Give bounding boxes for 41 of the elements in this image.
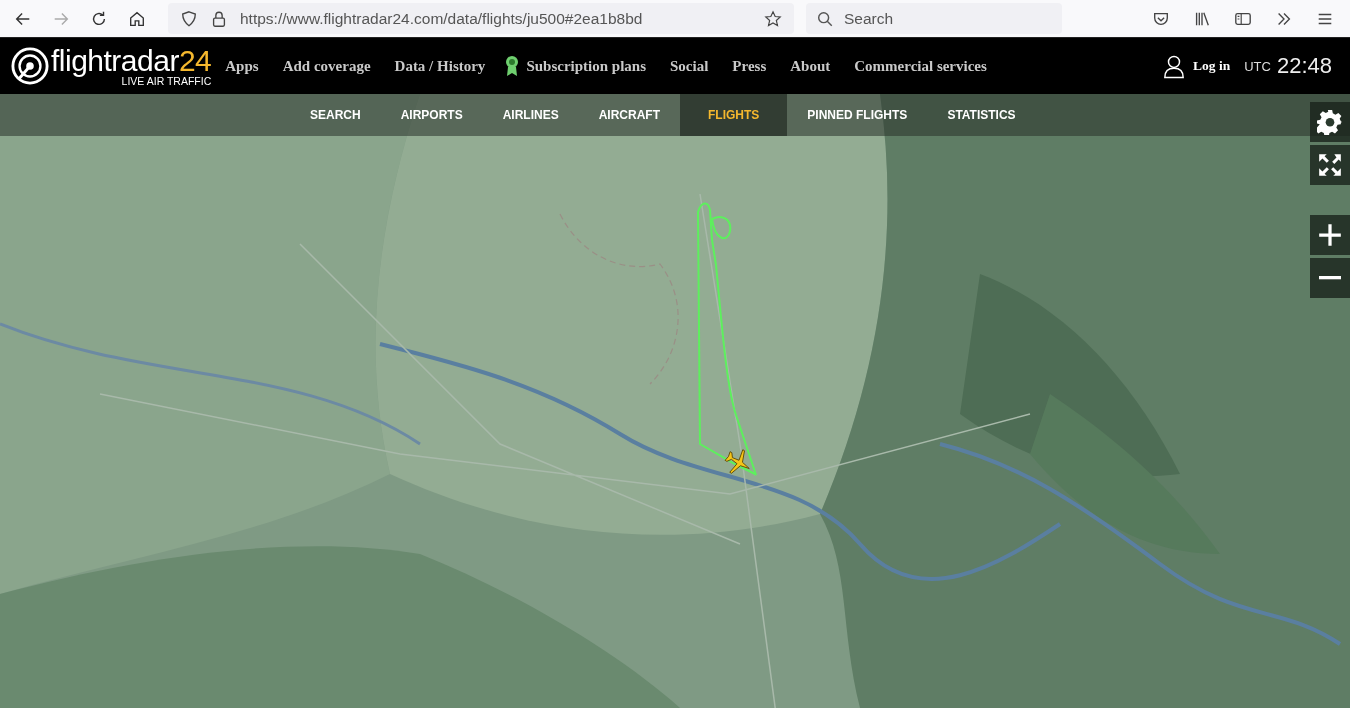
home-icon[interactable] <box>128 9 146 28</box>
gear-icon <box>1317 109 1343 135</box>
fullscreen-button[interactable] <box>1310 145 1350 185</box>
clock-time: 22:48 <box>1276 53 1332 79</box>
nav-link[interactable]: Apps <box>225 57 259 75</box>
nav-link[interactable]: Press <box>732 57 767 75</box>
star-icon[interactable] <box>764 9 782 28</box>
nav-link[interactable]: Commercial services <box>854 57 987 75</box>
logo-wordmark[interactable]: flightradar24 <box>51 45 212 76</box>
logo-tagline: LIVE AIR TRAFFIC <box>121 75 212 87</box>
nav-tab[interactable]: AIRLINES <box>482 94 579 136</box>
nav-tab[interactable]: FLIGHTS <box>680 94 788 136</box>
address-bar[interactable]: https://www.flightradar24.com/data/flights/ju500#2ea1b8bd <box>168 3 794 34</box>
user-icon[interactable] <box>1163 53 1186 79</box>
fullscreen-icon <box>1317 152 1343 178</box>
shield-icon[interactable] <box>180 9 198 28</box>
nav-link[interactable]: About <box>790 57 831 75</box>
search-bar[interactable]: Search <box>806 3 1062 34</box>
nav-link[interactable]: Data / History <box>394 57 486 75</box>
settings-button[interactable] <box>1310 102 1350 142</box>
reload-icon[interactable] <box>90 9 108 28</box>
zoom-in-button[interactable] <box>1310 215 1350 255</box>
nav-tab[interactable]: STATISTICS <box>927 94 1036 136</box>
nav-tab[interactable]: SEARCH <box>290 94 381 136</box>
award-ribbon-icon <box>504 55 521 77</box>
plus-icon <box>1317 222 1343 248</box>
login-link[interactable]: Log in <box>1193 58 1231 74</box>
nav-tab[interactable]: AIRPORTS <box>380 94 483 136</box>
nav-link[interactable]: Add coverage <box>282 57 371 75</box>
search-icon <box>816 9 834 28</box>
utc-label: UTC <box>1244 58 1271 74</box>
nav-tab[interactable]: PINNED FLIGHTS <box>787 94 928 136</box>
zoom-out-button[interactable] <box>1310 258 1350 298</box>
search-input[interactable]: Search <box>842 8 1046 29</box>
nav-tab[interactable]: AIRCRAFT <box>578 94 681 136</box>
nav-link[interactable]: Subscription plans <box>526 57 646 75</box>
lock-icon <box>210 9 228 28</box>
radar-logo-icon[interactable] <box>11 47 49 85</box>
nav-link[interactable]: Social <box>670 57 709 75</box>
minus-icon <box>1319 276 1341 280</box>
url-text[interactable]: https://www.flightradar24.com/data/flights/ju500#2ea1b8bd <box>240 9 752 28</box>
